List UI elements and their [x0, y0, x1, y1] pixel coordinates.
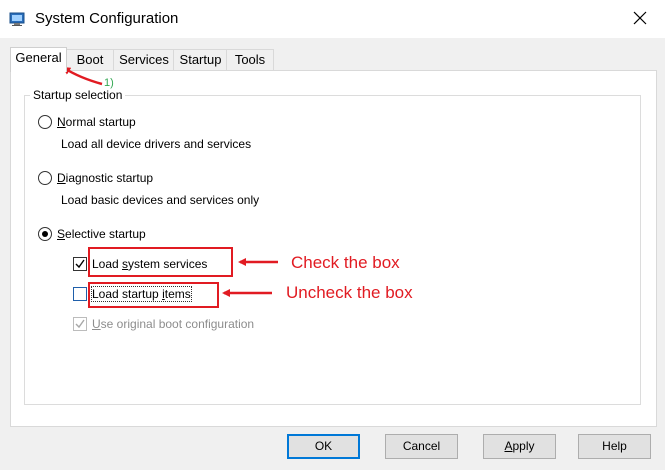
tab-general[interactable]: General — [10, 47, 67, 72]
normal-startup-mnemonic: N — [57, 115, 66, 129]
selected-dot — [42, 231, 48, 237]
normal-startup-text: ormal startup — [65, 115, 136, 129]
tab-tools-label: Tools — [234, 52, 266, 67]
apply-mnemonic: A — [504, 439, 513, 453]
checkmark-icon — [75, 319, 85, 329]
normal-startup-radio[interactable] — [38, 115, 52, 129]
tab-tools[interactable]: Tools — [226, 49, 274, 71]
annotation-uncheck-text: Uncheck the box — [286, 283, 413, 302]
checkmark-icon — [75, 259, 85, 269]
apply-button[interactable]: Apply — [483, 434, 556, 459]
startup-selection-label: Startup selection — [30, 88, 126, 102]
use-original-boot-text: se original boot configuration — [100, 317, 255, 331]
load-system-services-checkbox[interactable] — [73, 257, 87, 271]
diagnostic-startup-text: iagnostic startup — [65, 171, 154, 185]
close-button[interactable] — [620, 2, 660, 34]
diagnostic-startup-description: Load basic devices and services only — [61, 193, 260, 207]
ok-button[interactable]: OK — [287, 434, 360, 459]
annotation-check-text: Check the box — [291, 253, 400, 272]
annotation-box-uncheck — [88, 282, 219, 308]
ok-button-label: OK — [314, 439, 333, 453]
help-button-label: Help — [602, 439, 627, 453]
diagnostic-startup-radio[interactable] — [38, 171, 52, 185]
tab-boot-label: Boot — [76, 52, 104, 67]
use-original-boot-checkbox[interactable] — [73, 317, 87, 331]
selective-startup-label[interactable]: Selective startup — [57, 227, 146, 241]
load-startup-items-checkbox[interactable] — [73, 287, 87, 301]
help-button[interactable]: Help — [578, 434, 651, 459]
diagnostic-startup-label[interactable]: Diagnostic startup — [57, 171, 153, 185]
cancel-button-label: Cancel — [402, 439, 441, 453]
close-icon — [633, 11, 647, 25]
apply-button-label: pply — [512, 439, 535, 453]
selective-startup-mnemonic: S — [57, 227, 66, 241]
diagnostic-startup-mnemonic: D — [57, 171, 66, 185]
use-original-boot-label[interactable]: Use original boot configuration — [92, 317, 254, 331]
cancel-button[interactable]: Cancel — [385, 434, 458, 459]
tab-boot[interactable]: Boot — [65, 49, 115, 71]
annotation-step-1: 1) — [104, 77, 114, 89]
use-original-boot-mnemonic: U — [92, 317, 101, 331]
title-bar: System Configuration — [0, 0, 665, 38]
normal-startup-description: Load all device drivers and services — [61, 137, 252, 151]
tab-services[interactable]: Services — [113, 49, 175, 71]
tab-startup[interactable]: Startup — [173, 49, 228, 71]
tab-general-label: General — [15, 50, 62, 65]
system-config-icon — [9, 12, 25, 26]
selective-startup-text: elective startup — [65, 227, 146, 241]
tab-services-label: Services — [119, 52, 169, 67]
selective-startup-radio[interactable] — [38, 227, 52, 241]
window-title: System Configuration — [35, 10, 179, 27]
annotation-box-check — [88, 247, 233, 277]
normal-startup-label[interactable]: Normal startup — [57, 115, 136, 129]
tab-startup-label: Startup — [179, 52, 222, 67]
